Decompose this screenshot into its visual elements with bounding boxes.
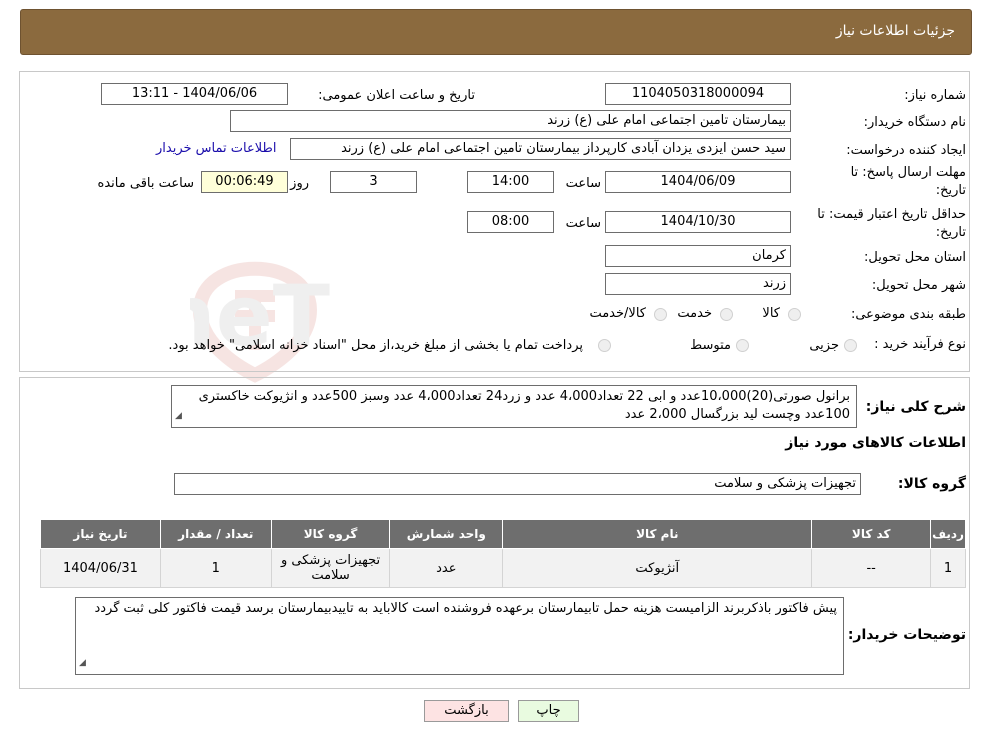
goods-info-title: اطلاعات کالاهای مورد نیاز bbox=[785, 435, 966, 451]
col-header-code: کد کالا bbox=[811, 519, 932, 549]
cell-date: 1404/06/31 bbox=[40, 548, 161, 588]
remaining-time-label: ساعت باقی مانده bbox=[97, 176, 194, 191]
price-validity-label-line1: حداقل تاریخ اعتبار قیمت: تا bbox=[817, 207, 966, 222]
purchase-type-option-medium: متوسط bbox=[690, 338, 731, 353]
col-header-row-num: ردیف bbox=[930, 519, 966, 549]
city-field: زرند bbox=[605, 273, 791, 295]
table-row: 1 -- آنژیوکت عدد تجهیزات پزشکی و سلامت 1… bbox=[40, 548, 966, 588]
province-label: استان محل تحویل: bbox=[864, 250, 966, 265]
category-option-service: خدمت bbox=[677, 306, 712, 321]
col-header-name: نام کالا bbox=[502, 519, 813, 549]
category-radio-goods[interactable] bbox=[788, 308, 801, 321]
goods-group-field: تجهیزات پزشکی و سلامت bbox=[174, 473, 861, 495]
deadline-time-label: ساعت bbox=[565, 176, 601, 191]
page-title: جزئیات اطلاعات نیاز bbox=[835, 23, 955, 39]
resize-grip-icon[interactable]: ◢ bbox=[79, 654, 86, 672]
col-header-date: تاریخ نیاز bbox=[40, 519, 161, 549]
category-option-goods: کالا bbox=[762, 306, 780, 321]
purchase-type-note: پرداخت تمام یا بخشی از مبلغ خرید،از محل … bbox=[168, 338, 583, 353]
buyer-org-label: نام دستگاه خریدار: bbox=[863, 115, 966, 130]
back-button[interactable]: بازگشت bbox=[424, 700, 509, 722]
price-validity-time-label: ساعت bbox=[565, 216, 601, 231]
buyer-notes-text: پیش فاکتور باذکربرند الزامیست هزینه حمل … bbox=[94, 601, 837, 616]
cell-group: تجهیزات پزشکی و سلامت bbox=[270, 548, 391, 588]
description-text: برانول صورتی(20)10،000عدد و ابی 22 تعداد… bbox=[198, 389, 850, 422]
deadline-label-line1: مهلت ارسال پاسخ: تا bbox=[850, 165, 966, 180]
announce-field: 1404/06/06 - 13:11 bbox=[101, 83, 288, 105]
buyer-org-field: بیمارستان تامین اجتماعی امام علی (ع) زرن… bbox=[230, 110, 791, 132]
goods-table-header-row: ردیف کد کالا نام کالا واحد شمارش گروه کا… bbox=[40, 519, 966, 549]
buyer-contact-link[interactable]: اطلاعات تماس خریدار bbox=[156, 141, 276, 156]
purchase-type-radio-medium[interactable] bbox=[736, 339, 749, 352]
deadline-time-field: 14:00 bbox=[467, 171, 554, 193]
category-radio-service[interactable] bbox=[720, 308, 733, 321]
goods-table: ردیف کد کالا نام کالا واحد شمارش گروه کا… bbox=[40, 519, 966, 588]
cell-name: آنژیوکت bbox=[502, 548, 813, 588]
page-header: جزئیات اطلاعات نیاز bbox=[20, 9, 972, 55]
price-validity-date-field: 1404/10/30 bbox=[605, 211, 791, 233]
cell-unit: عدد bbox=[389, 548, 504, 588]
description-textarea[interactable]: برانول صورتی(20)10،000عدد و ابی 22 تعداد… bbox=[171, 385, 857, 428]
cell-code: -- bbox=[811, 548, 932, 588]
remaining-time-field: 00:06:49 bbox=[201, 171, 288, 193]
cell-row-num: 1 bbox=[930, 548, 966, 588]
purchase-type-label: نوع فرآیند خرید : bbox=[874, 337, 966, 352]
requester-label: ایجاد کننده درخواست: bbox=[846, 143, 966, 158]
col-header-quantity: تعداد / مقدار bbox=[159, 519, 272, 549]
purchase-type-radio-treasury[interactable] bbox=[598, 339, 611, 352]
buyer-notes-textarea[interactable]: پیش فاکتور باذکربرند الزامیست هزینه حمل … bbox=[75, 597, 844, 675]
deadline-date-field: 1404/06/09 bbox=[605, 171, 791, 193]
city-label: شهر محل تحویل: bbox=[871, 278, 966, 293]
resize-grip-icon[interactable]: ◢ bbox=[175, 407, 182, 425]
buyer-notes-label: توضیحات خریدار: bbox=[847, 627, 966, 643]
category-label: طبقه بندی موضوعی: bbox=[850, 307, 966, 322]
price-validity-label-line2: تاریخ: bbox=[935, 225, 966, 240]
cell-quantity: 1 bbox=[159, 548, 272, 588]
col-header-unit: واحد شمارش bbox=[389, 519, 504, 549]
province-field: کرمان bbox=[605, 245, 791, 267]
description-label: شرح کلی نیاز: bbox=[865, 399, 966, 415]
announce-label: تاریخ و ساعت اعلان عمومی: bbox=[318, 88, 475, 103]
col-header-group: گروه کالا bbox=[270, 519, 391, 549]
requester-field: سید حسن ایزدی یزدان آبادی کارپرداز بیمار… bbox=[290, 138, 791, 160]
purchase-type-option-minor: جزیی bbox=[809, 338, 839, 353]
need-number-field: 1104050318000094 bbox=[605, 83, 791, 105]
print-button[interactable]: چاپ bbox=[518, 700, 579, 722]
category-radio-goods-service[interactable] bbox=[654, 308, 667, 321]
price-validity-time-field: 08:00 bbox=[467, 211, 554, 233]
purchase-type-radio-minor[interactable] bbox=[844, 339, 857, 352]
category-option-goods-service: کالا/خدمت bbox=[589, 306, 646, 321]
deadline-label-line2: تاریخ: bbox=[935, 183, 966, 198]
deadline-days-field: 3 bbox=[330, 171, 417, 193]
goods-group-label: گروه کالا: bbox=[897, 476, 966, 492]
need-number-label: شماره نیاز: bbox=[904, 88, 966, 103]
